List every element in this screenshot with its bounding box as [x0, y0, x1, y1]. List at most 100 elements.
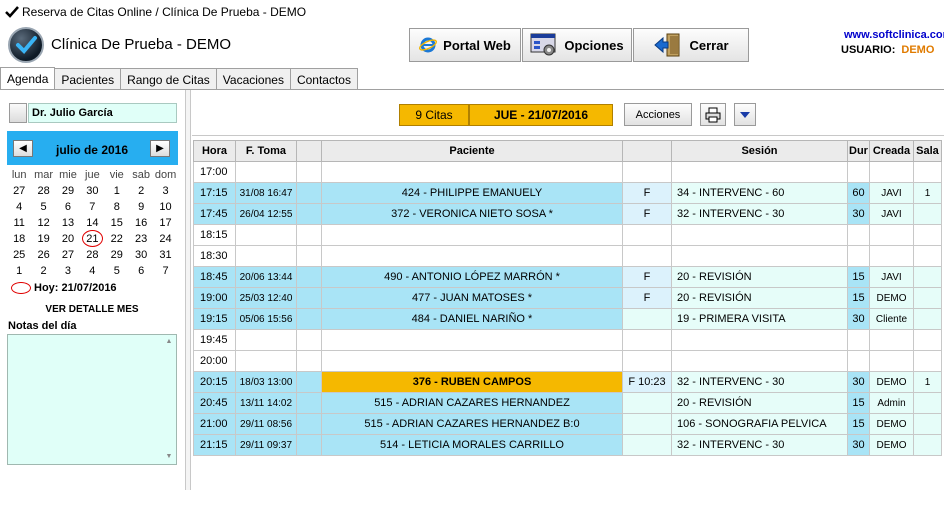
cell-ses[interactable] [671, 329, 848, 351]
cell-sala[interactable]: 1 [913, 182, 942, 204]
col-paciente[interactable]: Paciente [321, 140, 623, 162]
tab-pacientes[interactable]: Pacientes [54, 68, 122, 90]
schedule-row[interactable]: 19:00 25/03 12:40 477 - JUAN MATOSES * F 20 … [193, 287, 942, 309]
cell-dur[interactable]: 15 [847, 392, 870, 414]
calendar-day[interactable]: 31 [153, 247, 177, 263]
cell-hora[interactable]: 18:30 [193, 245, 236, 267]
cell-ftoma[interactable] [235, 329, 297, 351]
calendar-day[interactable]: 4 [7, 199, 31, 215]
cell-blank[interactable] [296, 182, 322, 204]
cell-blank[interactable] [296, 203, 322, 225]
cell-ftoma[interactable]: 25/03 12:40 [235, 287, 297, 309]
cell-sala[interactable]: 1 [913, 371, 942, 393]
tab-vacaciones[interactable]: Vacaciones [215, 68, 291, 90]
calendar-day[interactable]: 25 [7, 247, 31, 263]
cell-ses[interactable] [671, 350, 848, 372]
schedule-row[interactable]: 20:15 18/03 13:00 376 - RUBEN CAMPOS F 10:2… [193, 371, 942, 393]
calendar-day[interactable]: 6 [56, 199, 80, 215]
cell-cre[interactable]: DEMO [869, 371, 914, 393]
cell-ses[interactable]: 32 - INTERVENC - 30 [671, 434, 848, 456]
cell-hora[interactable]: 21:00 [193, 413, 236, 435]
col-creada[interactable]: Creada [869, 140, 914, 162]
calendar-day[interactable]: 17 [153, 215, 177, 231]
schedule-row[interactable]: 20:00 [193, 350, 942, 372]
calendar-day[interactable]: 4 [80, 263, 104, 279]
cell-pac[interactable] [321, 224, 623, 246]
cell-ses[interactable] [671, 245, 848, 267]
cell-sala[interactable] [913, 203, 942, 225]
cell-pac[interactable]: 484 - DANIEL NARIÑO * [321, 308, 623, 330]
tab-contactos[interactable]: Contactos [289, 68, 358, 90]
calendar-day[interactable]: 30 [80, 183, 104, 199]
cell-hora[interactable]: 18:45 [193, 266, 236, 288]
cell-ses[interactable] [671, 224, 848, 246]
cell-hora[interactable]: 21:15 [193, 434, 236, 456]
cell-cre[interactable]: JAVI [869, 182, 914, 204]
portal-web-button[interactable]: Portal Web [409, 28, 521, 62]
cerrar-button[interactable]: Cerrar [633, 28, 749, 62]
calendar-day[interactable]: 3 [56, 263, 80, 279]
site-link[interactable]: www.softclinica.com [844, 29, 944, 41]
scroll-down-icon[interactable]: ▼ [162, 450, 176, 464]
cell-blank[interactable] [296, 266, 322, 288]
cell-cre[interactable] [869, 350, 914, 372]
cell-sala[interactable] [913, 413, 942, 435]
ver-detalle-mes-link[interactable]: VER DETALLE MES [0, 304, 184, 315]
cell-cre[interactable] [869, 329, 914, 351]
cell-ftoma[interactable] [235, 161, 297, 183]
calendar-day[interactable]: 23 [129, 231, 153, 247]
print-button[interactable] [700, 103, 726, 126]
cell-f[interactable] [622, 413, 672, 435]
cell-ftoma[interactable]: 20/06 13:44 [235, 266, 297, 288]
cell-blank[interactable] [296, 308, 322, 330]
cell-ses[interactable]: 32 - INTERVENC - 30 [671, 203, 848, 225]
cell-sala[interactable] [913, 161, 942, 183]
tab-agenda[interactable]: Agenda [0, 67, 56, 90]
calendar-day[interactable]: 29 [56, 183, 80, 199]
cell-pac[interactable]: 515 - ADRIAN CAZARES HERNANDEZ [321, 392, 623, 414]
cell-blank[interactable] [296, 413, 322, 435]
dropdown-button[interactable] [734, 103, 756, 126]
cell-ftoma[interactable]: 05/06 15:56 [235, 308, 297, 330]
cell-pac[interactable]: 376 - RUBEN CAMPOS [321, 371, 623, 393]
cell-ftoma[interactable]: 18/03 13:00 [235, 371, 297, 393]
cell-blank[interactable] [296, 371, 322, 393]
cell-dur[interactable]: 15 [847, 266, 870, 288]
cell-ftoma[interactable]: 31/08 16:47 [235, 182, 297, 204]
calendar-day[interactable]: 7 [80, 199, 104, 215]
cell-cre[interactable] [869, 224, 914, 246]
calendar-day[interactable]: 27 [7, 183, 31, 199]
doctor-select-button[interactable] [9, 103, 27, 123]
cell-cre[interactable] [869, 245, 914, 267]
col-ftoma[interactable]: F. Toma [235, 140, 297, 162]
acciones-button[interactable]: Acciones [624, 103, 692, 126]
calendar-day[interactable]: 10 [153, 199, 177, 215]
cell-pac[interactable] [321, 161, 623, 183]
cell-sala[interactable] [913, 392, 942, 414]
cell-blank[interactable] [296, 329, 322, 351]
cell-f[interactable] [622, 245, 672, 267]
schedule-row[interactable]: 20:45 13/11 14:02 515 - ADRIAN CAZARES HER… [193, 392, 942, 414]
cell-sala[interactable] [913, 434, 942, 456]
notas-scrollbar[interactable]: ▲ ▼ [162, 335, 176, 464]
cell-pac[interactable]: 372 - VERONICA NIETO SOSA * [321, 203, 623, 225]
cell-hora[interactable]: 19:45 [193, 329, 236, 351]
notas-textarea[interactable] [7, 334, 177, 465]
cell-cre[interactable] [869, 161, 914, 183]
cell-pac[interactable]: 477 - JUAN MATOSES * [321, 287, 623, 309]
schedule-row[interactable]: 17:45 26/04 12:55 372 - VERONICA NIETO SOS… [193, 203, 942, 225]
calendar-day[interactable]: 20 [56, 231, 80, 247]
cell-pac[interactable]: 490 - ANTONIO LÓPEZ MARRÓN * [321, 266, 623, 288]
cell-f[interactable]: F 10:23 [622, 371, 672, 393]
cell-f[interactable] [622, 329, 672, 351]
cell-ses[interactable]: 34 - INTERVENC - 60 [671, 182, 848, 204]
calendar-day[interactable]: 14 [80, 215, 104, 231]
cell-ftoma[interactable] [235, 350, 297, 372]
cell-dur[interactable]: 30 [847, 371, 870, 393]
calendar-day[interactable]: 28 [31, 183, 55, 199]
schedule-row[interactable]: 21:15 29/11 09:37 514 - LETICIA MORALES CA… [193, 434, 942, 456]
schedule-row[interactable]: 18:45 20/06 13:44 490 - ANTONIO LÓPEZ MARR… [193, 266, 942, 288]
calendar-day[interactable]: 8 [105, 199, 129, 215]
cell-sala[interactable] [913, 329, 942, 351]
calendar-day[interactable]: 7 [153, 263, 177, 279]
